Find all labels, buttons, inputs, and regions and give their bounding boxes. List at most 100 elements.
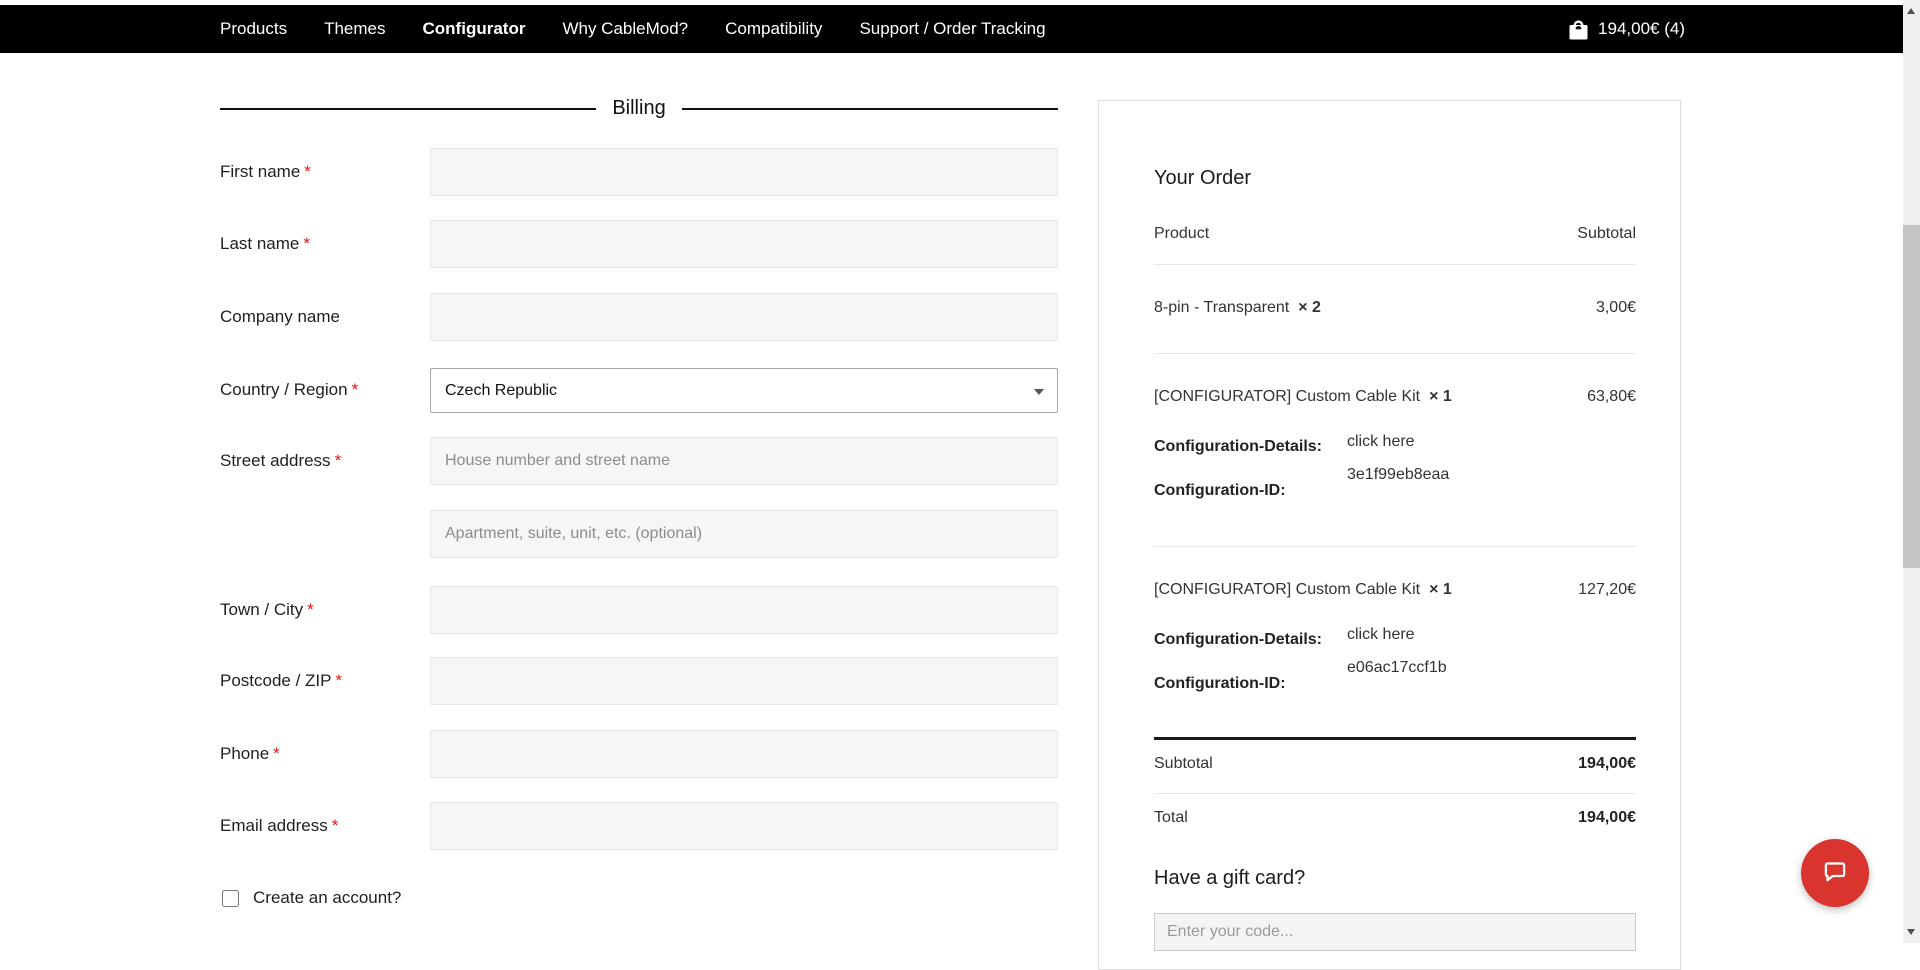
order-item-row: [CONFIGURATOR] Custom Cable Kit × 1 127,2…	[1154, 581, 1636, 599]
cart-button[interactable]: 194,00€ (4)	[1568, 17, 1685, 42]
order-title: Your Order	[1154, 167, 1636, 190]
required-mark: *	[335, 451, 342, 470]
email-row: Email address*	[220, 802, 1058, 850]
order-table-header: Product Subtotal	[1154, 225, 1636, 243]
item-name: [CONFIGURATOR] Custom Cable Kit	[1154, 388, 1420, 405]
subtotal-label: Subtotal	[1154, 755, 1213, 773]
item-quantity: × 1	[1429, 388, 1452, 405]
required-mark: *	[336, 671, 343, 690]
first-name-input[interactable]	[430, 148, 1058, 196]
divider	[220, 108, 596, 110]
company-input[interactable]	[430, 293, 1058, 341]
country-row: Country / Region* Czech Republic	[220, 366, 1058, 414]
street-row: Street address*	[220, 437, 1058, 485]
nav-item-compatibility[interactable]: Compatibility	[725, 19, 822, 39]
configuration-id-label: Configuration-ID:	[1154, 675, 1347, 693]
subtotal-column-header: Subtotal	[1577, 225, 1636, 243]
configuration-details-label: Configuration-Details:	[1154, 631, 1347, 649]
top-nav: Products Themes Configurator Why CableMo…	[0, 5, 1903, 53]
scrollbar-thumb[interactable]	[1903, 225, 1920, 568]
gift-card-heading: Have a gift card?	[1154, 867, 1636, 890]
nav-item-themes[interactable]: Themes	[324, 19, 385, 39]
billing-title: Billing	[612, 97, 665, 120]
vertical-scrollbar[interactable]	[1903, 0, 1920, 943]
nav-item-configurator[interactable]: Configurator	[423, 19, 526, 39]
phone-row: Phone*	[220, 730, 1058, 778]
total-value: 194,00€	[1578, 809, 1636, 827]
phone-label: Phone*	[220, 730, 280, 778]
postcode-label: Postcode / ZIP*	[220, 657, 342, 705]
company-label: Company name	[220, 293, 340, 341]
item-name: 8-pin - Transparent	[1154, 299, 1289, 316]
scroll-up-arrow[interactable]	[1907, 8, 1915, 14]
city-input[interactable]	[430, 586, 1058, 634]
billing-section-header: Billing	[220, 97, 1058, 120]
last-name-label: Last name*	[220, 220, 310, 268]
country-select[interactable]: Czech Republic	[430, 368, 1058, 413]
postcode-input[interactable]	[430, 657, 1058, 705]
configuration-id-row: Configuration-ID: 3e1f99eb8eaa	[1154, 482, 1636, 500]
gift-card-input-wrap	[1154, 913, 1636, 951]
required-mark: *	[273, 744, 280, 763]
phone-input[interactable]	[430, 730, 1058, 778]
configuration-id-value: e06ac17ccf1b	[1347, 659, 1447, 693]
configuration-details-row: Configuration-Details: click here	[1154, 631, 1636, 649]
item-price: 3,00€	[1596, 299, 1636, 317]
configuration-id-value: 3e1f99eb8eaa	[1347, 466, 1449, 500]
item-quantity: × 2	[1298, 299, 1321, 316]
order-item-row: 8-pin - Transparent × 2 3,00€	[1154, 299, 1636, 317]
divider	[1154, 353, 1636, 354]
first-name-label: First name*	[220, 148, 311, 196]
street2-input[interactable]	[430, 510, 1058, 558]
city-label: Town / City*	[220, 586, 314, 634]
street-input[interactable]	[430, 437, 1058, 485]
item-price: 127,20€	[1578, 581, 1636, 599]
subtotal-row: Subtotal 194,00€	[1154, 755, 1636, 773]
required-mark: *	[303, 234, 310, 253]
divider	[1154, 264, 1636, 265]
total-row: Total 194,00€	[1154, 809, 1636, 827]
configuration-details-row: Configuration-Details: click here	[1154, 438, 1636, 456]
item-quantity: × 1	[1429, 581, 1452, 598]
scroll-down-arrow[interactable]	[1907, 929, 1915, 935]
create-account-checkbox[interactable]	[222, 890, 239, 907]
gift-card-code-input[interactable]	[1154, 913, 1636, 951]
order-item-row: [CONFIGURATOR] Custom Cable Kit × 1 63,80…	[1154, 388, 1636, 406]
country-select-value: Czech Republic	[445, 382, 557, 400]
item-name: [CONFIGURATOR] Custom Cable Kit	[1154, 581, 1420, 598]
city-row: Town / City*	[220, 586, 1058, 634]
nav-item-support-order-tracking[interactable]: Support / Order Tracking	[859, 19, 1045, 39]
cart-total: 194,00€ (4)	[1598, 19, 1685, 39]
configuration-details-link[interactable]: click here	[1347, 433, 1415, 456]
item-price: 63,80€	[1587, 388, 1636, 406]
configuration-details-label: Configuration-Details:	[1154, 438, 1347, 456]
chevron-down-icon	[1034, 389, 1044, 395]
create-account-row: Create an account?	[222, 888, 401, 908]
order-summary-panel: Your Order Product Subtotal 8-pin - Tran…	[1098, 100, 1681, 970]
email-label: Email address*	[220, 802, 338, 850]
totals-divider	[1154, 737, 1636, 740]
last-name-input[interactable]	[430, 220, 1058, 268]
email-input[interactable]	[430, 802, 1058, 850]
chat-bubble-icon	[1819, 855, 1851, 892]
street2-row	[220, 510, 1058, 558]
first-name-row: First name*	[220, 148, 1058, 196]
chat-launcher-button[interactable]	[1801, 839, 1869, 907]
divider	[1154, 546, 1636, 547]
divider	[1154, 793, 1636, 794]
country-label: Country / Region*	[220, 366, 358, 414]
nav-item-products[interactable]: Products	[220, 19, 287, 39]
create-account-label[interactable]: Create an account?	[253, 888, 401, 908]
required-mark: *	[332, 816, 339, 835]
required-mark: *	[307, 600, 314, 619]
total-label: Total	[1154, 809, 1188, 827]
postcode-row: Postcode / ZIP*	[220, 657, 1058, 705]
subtotal-value: 194,00€	[1578, 755, 1636, 773]
configuration-id-row: Configuration-ID: e06ac17ccf1b	[1154, 675, 1636, 693]
nav-item-why-cablemod[interactable]: Why CableMod?	[562, 19, 688, 39]
configuration-id-label: Configuration-ID:	[1154, 482, 1347, 500]
divider	[682, 108, 1058, 110]
company-row: Company name	[220, 293, 1058, 341]
configuration-details-link[interactable]: click here	[1347, 626, 1415, 649]
required-mark: *	[304, 162, 311, 181]
